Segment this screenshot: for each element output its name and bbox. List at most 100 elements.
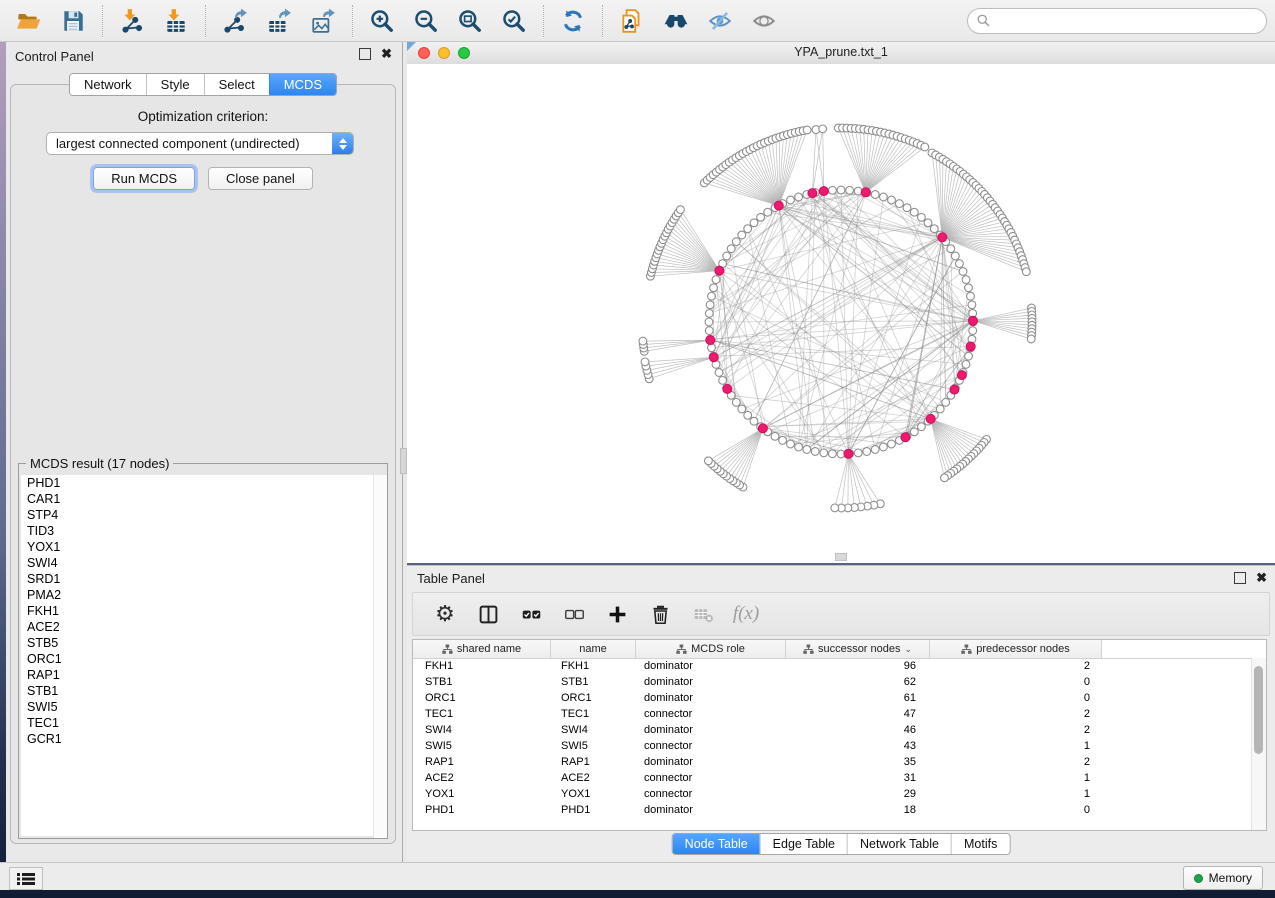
network-node[interactable] (968, 301, 976, 309)
mcds-hub-node[interactable] (808, 189, 817, 198)
mcds-hub-node[interactable] (715, 266, 724, 275)
mcds-result-item[interactable]: STP4 (21, 507, 385, 523)
network-node[interactable] (727, 245, 735, 253)
table-row[interactable]: RAP1RAP1dominator352 (413, 754, 1252, 770)
mcds-hub-node[interactable] (706, 336, 715, 345)
mcds-result-item[interactable]: SWI4 (21, 555, 385, 571)
network-node[interactable] (787, 196, 795, 204)
network-node[interactable] (750, 417, 758, 425)
network-canvas[interactable] (407, 64, 1275, 563)
mcds-hub-node[interactable] (966, 342, 975, 351)
splitter-grip[interactable] (400, 448, 407, 474)
network-node[interactable] (708, 344, 716, 352)
network-node[interactable] (941, 474, 949, 482)
network-node[interactable] (795, 443, 803, 451)
tab-style[interactable]: Style (146, 74, 204, 95)
network-node[interactable] (831, 504, 839, 512)
tab-node-table[interactable]: Node Table (673, 834, 760, 854)
mcds-hub-node[interactable] (819, 187, 828, 196)
network-node[interactable] (930, 225, 938, 233)
network-node[interactable] (846, 186, 854, 194)
mcds-result-item[interactable]: PHD1 (21, 475, 385, 491)
network-node[interactable] (947, 245, 955, 253)
network-search-field[interactable] (967, 8, 1267, 34)
network-node[interactable] (764, 208, 772, 216)
network-node[interactable] (888, 196, 896, 204)
network-node[interactable] (918, 213, 926, 221)
network-node[interactable] (863, 448, 871, 456)
save-session-icon[interactable] (59, 7, 87, 35)
tab-select[interactable]: Select (204, 74, 269, 95)
network-node[interactable] (811, 448, 819, 456)
mcds-hub-node[interactable] (774, 201, 783, 210)
network-node[interactable] (723, 252, 731, 260)
network-node[interactable] (924, 219, 932, 227)
close-panel-icon[interactable]: ✖ (381, 49, 392, 59)
mcds-result-item[interactable]: SRD1 (21, 571, 385, 587)
vertical-splitter[interactable] (400, 42, 407, 862)
tab-edge-table[interactable]: Edge Table (760, 834, 847, 854)
run-mcds-button[interactable]: Run MCDS (93, 167, 195, 190)
hide-selected-icon[interactable] (706, 7, 734, 35)
tab-motifs[interactable]: Motifs (951, 834, 1009, 854)
network-node[interactable] (710, 284, 718, 292)
network-node[interactable] (719, 377, 727, 385)
network-node[interactable] (910, 428, 918, 436)
network-node[interactable] (1022, 268, 1030, 276)
network-node[interactable] (732, 238, 740, 246)
column-header-name[interactable]: name (551, 640, 636, 658)
network-node[interactable] (708, 292, 716, 300)
open-file-icon[interactable] (15, 7, 43, 35)
network-node[interactable] (641, 358, 649, 366)
table-row[interactable]: YOX1YOX1connector291 (413, 786, 1252, 802)
zoom-fit-icon[interactable] (456, 7, 484, 35)
column-header-shared-name[interactable]: shared name (413, 640, 551, 658)
network-node[interactable] (750, 219, 758, 227)
table-row[interactable]: ACE2ACE2connector311 (413, 770, 1252, 786)
mcds-hub-node[interactable] (861, 188, 870, 197)
network-node[interactable] (779, 437, 787, 445)
close-panel-icon[interactable]: ✖ (1256, 573, 1267, 583)
network-node[interactable] (896, 200, 904, 208)
float-panel-icon[interactable] (359, 48, 371, 60)
tab-network-table[interactable]: Network Table (847, 834, 951, 854)
network-node[interactable] (787, 440, 795, 448)
network-node[interactable] (639, 337, 647, 345)
network-node[interactable] (837, 186, 845, 194)
network-node[interactable] (820, 449, 828, 457)
network-node[interactable] (880, 193, 888, 201)
export-image-icon[interactable] (309, 7, 337, 35)
mcds-hub-node[interactable] (723, 385, 732, 394)
mcds-result-item[interactable]: PMA2 (21, 587, 385, 603)
column-header-successor-nodes[interactable]: successor nodes⌄ (786, 640, 930, 658)
network-node[interactable] (910, 208, 918, 216)
float-panel-icon[interactable] (1234, 572, 1246, 584)
mcds-hub-node[interactable] (901, 433, 910, 442)
mcds-result-item[interactable]: STB1 (21, 683, 385, 699)
import-network-icon[interactable] (118, 7, 146, 35)
network-node[interactable] (888, 440, 896, 448)
mcds-result-item[interactable]: FKH1 (21, 603, 385, 619)
mcds-list-scrollbar[interactable] (373, 475, 387, 838)
task-history-button[interactable] (9, 867, 43, 890)
mcds-result-item[interactable]: GCR1 (21, 731, 385, 747)
mcds-hub-node[interactable] (938, 233, 947, 242)
network-node[interactable] (962, 276, 970, 284)
delete-column-icon[interactable] (648, 602, 672, 626)
network-node[interactable] (965, 284, 973, 292)
network-node[interactable] (962, 361, 970, 369)
network-node[interactable] (967, 292, 975, 300)
mcds-result-item[interactable]: ACE2 (21, 619, 385, 635)
network-node[interactable] (706, 301, 714, 309)
network-node[interactable] (956, 260, 964, 268)
network-node[interactable] (715, 369, 723, 377)
network-titlebar[interactable]: YPA_prune.txt_1 (407, 42, 1275, 65)
mcds-result-item[interactable]: ORC1 (21, 651, 385, 667)
tab-mcds[interactable]: MCDS (269, 74, 336, 95)
network-node[interactable] (880, 443, 888, 451)
mcds-hub-node[interactable] (709, 353, 718, 362)
show-all-icon[interactable] (750, 7, 778, 35)
search-input[interactable] (997, 10, 1266, 32)
table-row[interactable]: FKH1FKH1dominator962 (413, 658, 1252, 674)
network-node[interactable] (677, 206, 685, 214)
